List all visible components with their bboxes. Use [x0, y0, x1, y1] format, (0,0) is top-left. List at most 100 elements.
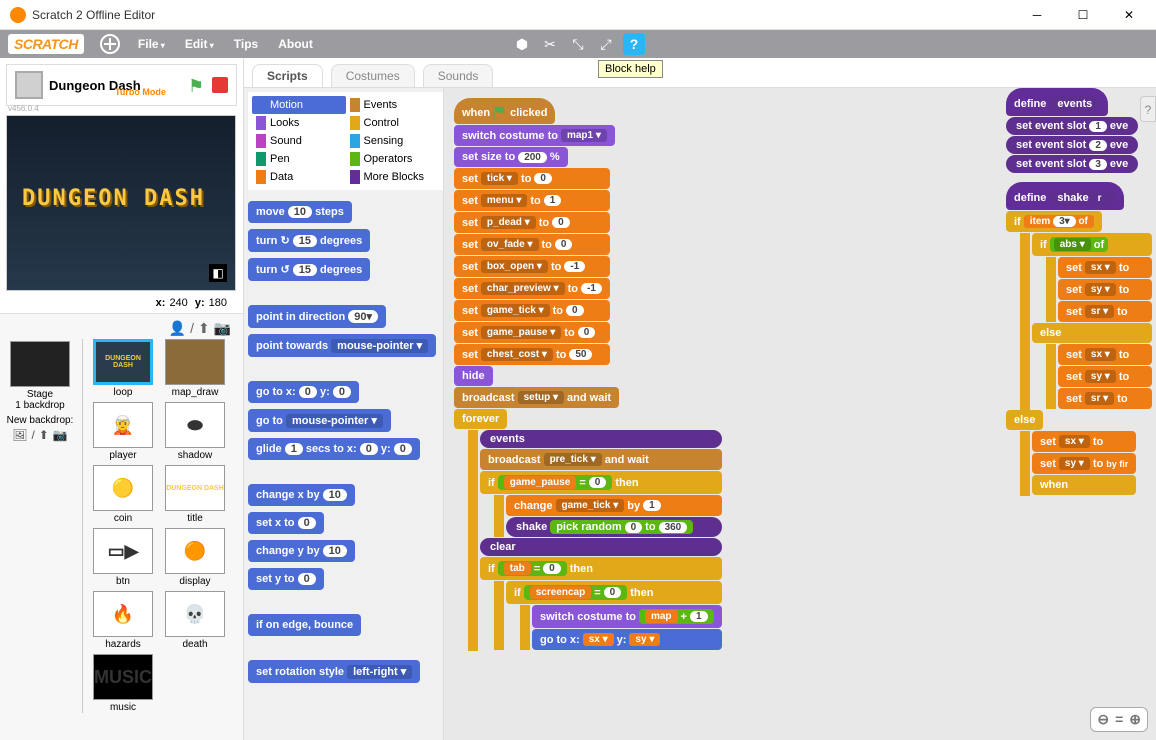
- new-sprite-paint-icon[interactable]: /: [190, 320, 194, 336]
- block-set-x[interactable]: set x to 0: [248, 512, 324, 534]
- stage-thumbnail[interactable]: [10, 341, 70, 387]
- category-data[interactable]: Data: [252, 168, 346, 186]
- block-glide[interactable]: glide 1 secs to x: 0 y: 0: [248, 438, 420, 460]
- menu-edit[interactable]: Edit: [175, 37, 224, 51]
- block-turn-right[interactable]: turn ↻ 15 degrees: [248, 229, 370, 252]
- tab-sounds[interactable]: Sounds: [423, 64, 494, 87]
- sprite-shadow[interactable]: ⬬shadow: [161, 402, 229, 461]
- block-change-x[interactable]: change x by 10: [248, 484, 355, 506]
- sprite-btn[interactable]: ▭▶btn: [89, 528, 157, 587]
- backdrop-paint-icon[interactable]: /: [31, 428, 34, 442]
- stop-icon[interactable]: [212, 77, 228, 93]
- block-if-abs: ifabs ▾ of: [1032, 233, 1152, 256]
- define-events-stack[interactable]: defineevents set event slot1eve set even…: [1006, 88, 1138, 174]
- new-sprite-upload-icon[interactable]: ⬆: [198, 320, 210, 336]
- flag-icon: [493, 106, 507, 120]
- sprite-player[interactable]: 🧝player: [89, 402, 157, 461]
- block-set-y[interactable]: set y to 0: [248, 568, 324, 590]
- zoom-out-icon[interactable]: ⊖: [1097, 711, 1109, 728]
- scripts-canvas[interactable]: whenclicked switch costume tomap1 ▾ set …: [444, 88, 1156, 740]
- cut-icon[interactable]: ✂: [539, 33, 561, 55]
- block-set-sy-3: setsy ▾toby fir: [1032, 453, 1136, 474]
- block-call-shake: shakepick random 0 to 360: [506, 517, 722, 537]
- backdrop-upload-icon[interactable]: ⬆: [39, 428, 49, 442]
- block-change-y[interactable]: change y by 10: [248, 540, 355, 562]
- block-set-ov_fade[interactable]: setov_fade ▾to0: [454, 234, 610, 255]
- block-turn-left[interactable]: turn ↺ 15 degrees: [248, 258, 370, 281]
- menu-tips[interactable]: Tips: [224, 37, 268, 51]
- category-motion[interactable]: Motion: [252, 96, 346, 114]
- zoom-in-icon[interactable]: ⊕: [1129, 711, 1141, 728]
- app-icon: [10, 7, 26, 23]
- sprite-coin[interactable]: 🟡coin: [89, 465, 157, 524]
- category-looks[interactable]: Looks: [252, 114, 346, 132]
- block-if-tab: iftab = 0then: [480, 557, 722, 580]
- block-edge-bounce[interactable]: if on edge, bounce: [248, 614, 361, 636]
- sprite-title[interactable]: DUNGEON DASHtitle: [161, 465, 229, 524]
- sprite-death[interactable]: 💀death: [161, 591, 229, 650]
- block-set-p_dead[interactable]: setp_dead ▾to0: [454, 212, 610, 233]
- backdrop-count: 1 backdrop: [4, 400, 76, 411]
- help-panel-tab[interactable]: ?: [1140, 96, 1156, 122]
- main-script-stack[interactable]: whenclicked switch costume tomap1 ▾ set …: [454, 98, 722, 651]
- tab-costumes[interactable]: Costumes: [331, 64, 415, 87]
- block-goto-mouse[interactable]: go to mouse-pointer ▾: [248, 409, 391, 432]
- language-icon[interactable]: [100, 34, 120, 54]
- sprite-loop[interactable]: DUNGEON DASHloop: [89, 339, 157, 398]
- sprite-map_draw[interactable]: map_draw: [161, 339, 229, 398]
- category-more-blocks[interactable]: More Blocks: [346, 168, 440, 186]
- block-palette: MotionEventsLooksControlSoundSensingPenO…: [244, 88, 444, 740]
- category-sensing[interactable]: Sensing: [346, 132, 440, 150]
- stage-game-title: DUNGEON DASH: [22, 186, 205, 211]
- window-titlebar: Scratch 2 Offline Editor ─ ☐ ✕: [0, 0, 1156, 30]
- green-flag-icon[interactable]: ⚑: [188, 76, 206, 94]
- minimize-button[interactable]: ─: [1014, 0, 1060, 30]
- define-shake-stack[interactable]: defineshake r ifitem 3▾ of ifabs ▾ of se…: [1006, 182, 1152, 496]
- stamp-icon[interactable]: ⬢: [511, 33, 533, 55]
- close-button[interactable]: ✕: [1106, 0, 1152, 30]
- new-sprite-lib-icon[interactable]: 👤: [169, 320, 186, 336]
- turbo-label: Turbo Mode: [115, 87, 166, 97]
- block-set-box_open[interactable]: setbox_open ▾to-1: [454, 256, 610, 277]
- tab-scripts[interactable]: Scripts: [252, 64, 323, 87]
- menu-file[interactable]: File: [128, 37, 175, 51]
- sprite-hazards[interactable]: 🔥hazards: [89, 591, 157, 650]
- block-set-tick[interactable]: settick ▾to0: [454, 168, 610, 189]
- block-set-game_tick[interactable]: setgame_tick ▾to0: [454, 300, 610, 321]
- block-set-chest_cost[interactable]: setchest_cost ▾to50: [454, 344, 610, 365]
- category-pen[interactable]: Pen: [252, 150, 346, 168]
- block-define-events: defineevents: [1006, 88, 1108, 116]
- category-operators[interactable]: Operators: [346, 150, 440, 168]
- new-sprite-camera-icon[interactable]: 📷: [214, 320, 231, 336]
- sprite-display[interactable]: 🟠display: [161, 528, 229, 587]
- block-set-game_pause[interactable]: setgame_pause ▾to0: [454, 322, 610, 343]
- fullscreen-icon[interactable]: [15, 71, 43, 99]
- grow-icon[interactable]: ⤡: [567, 33, 589, 55]
- help-icon[interactable]: ?: [623, 33, 645, 55]
- stage-view[interactable]: DUNGEON DASH ◧: [6, 115, 236, 291]
- block-if-gamepause: ifgame_pause = 0then: [480, 471, 722, 494]
- block-rotation-style[interactable]: set rotation style left-right ▾: [248, 660, 420, 683]
- block-goto-xy[interactable]: go to x: 0 y: 0: [248, 381, 359, 403]
- backdrop-camera-icon[interactable]: 📷: [53, 428, 68, 442]
- block-set-sy-2: setsy ▾to: [1058, 366, 1152, 387]
- sprite-music[interactable]: MUSICmusic: [89, 654, 157, 713]
- category-events[interactable]: Events: [346, 96, 440, 114]
- stage-label: Stage: [4, 389, 76, 400]
- block-point-towards[interactable]: point towards mouse-pointer ▾: [248, 334, 436, 357]
- shrink-icon[interactable]: ⤢: [595, 33, 617, 55]
- menu-about[interactable]: About: [268, 37, 323, 51]
- block-point-direction[interactable]: point in direction 90▾: [248, 305, 386, 328]
- backdrop-lib-icon[interactable]: 🖼: [12, 428, 27, 442]
- block-move[interactable]: move 10 steps: [248, 201, 352, 223]
- block-if-item: ifitem 3▾ of: [1006, 211, 1102, 232]
- maximize-button[interactable]: ☐: [1060, 0, 1106, 30]
- block-set-char_preview[interactable]: setchar_preview ▾to-1: [454, 278, 610, 299]
- zoom-reset-icon[interactable]: =: [1115, 711, 1123, 728]
- category-control[interactable]: Control: [346, 114, 440, 132]
- block-set-menu[interactable]: setmenu ▾to1: [454, 190, 610, 211]
- window-title: Scratch 2 Offline Editor: [32, 8, 1014, 22]
- scratch-logo[interactable]: SCRATCH: [8, 34, 84, 54]
- block-when-flag-clicked: whenclicked: [454, 98, 555, 124]
- category-sound[interactable]: Sound: [252, 132, 346, 150]
